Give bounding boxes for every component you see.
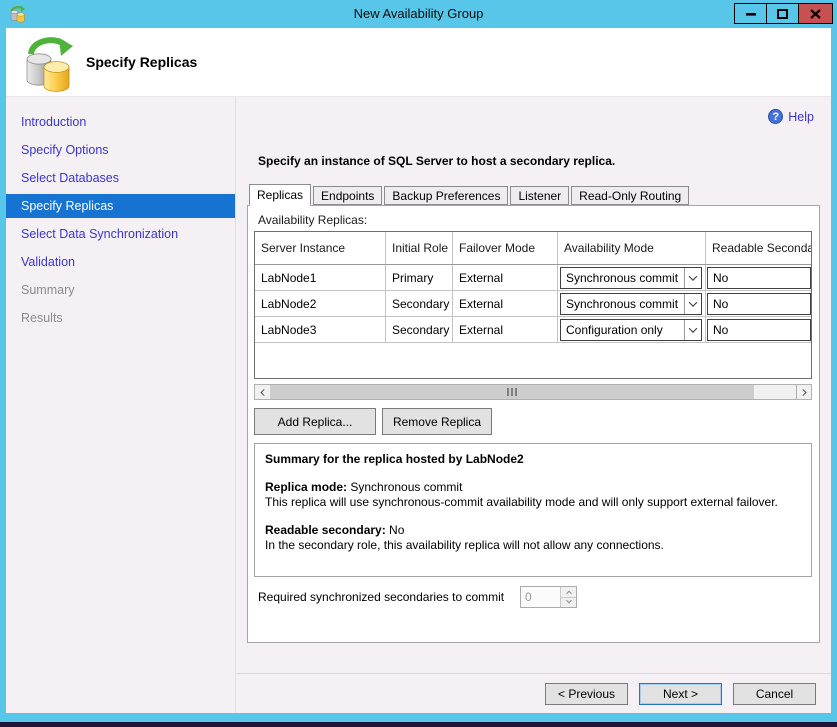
cell-initial-role: Secondary — [386, 317, 453, 342]
replica-mode-label: Replica mode: — [265, 480, 347, 494]
availability-mode-value: Synchronous commit — [561, 268, 684, 288]
cell-server-instance: LabNode2 — [255, 291, 386, 316]
help-question-icon: ? — [768, 109, 783, 124]
readable-secondary-line: Readable secondary: No — [265, 523, 801, 538]
minimize-button[interactable] — [734, 3, 767, 24]
main-content: ? Help Specify an instance of SQL Server… — [237, 97, 831, 713]
chevron-left-icon[interactable] — [255, 385, 270, 399]
new-availability-group-window: New Availability Group — [0, 0, 837, 727]
previous-button[interactable]: < Previous — [545, 683, 628, 705]
required-secondaries-label: Required synchronized secondaries to com… — [258, 590, 504, 604]
cell-failover-mode: External — [453, 317, 558, 342]
window-bottom-edge — [0, 722, 837, 727]
spinner-down-icon — [561, 598, 576, 608]
spinner-value: 0 — [521, 587, 560, 607]
add-replica-button[interactable]: Add Replica... — [254, 408, 376, 435]
horizontal-scrollbar[interactable] — [254, 384, 812, 400]
readable-secondary-value: No — [713, 323, 728, 337]
database-sync-icon — [20, 33, 74, 98]
window-title: New Availability Group — [0, 0, 837, 28]
cell-initial-role: Secondary — [386, 291, 453, 316]
table-row[interactable]: LabNode1 Primary External Synchronous co… — [255, 265, 811, 291]
help-link[interactable]: ? Help — [768, 109, 814, 124]
column-header-availability-mode: Availability Mode — [558, 232, 706, 264]
sidebar-item-results: Results — [6, 304, 235, 332]
availability-mode-dropdown[interactable]: Configuration only — [560, 319, 702, 341]
chevron-down-icon[interactable] — [684, 294, 701, 314]
next-button[interactable]: Next > — [639, 683, 722, 705]
sidebar-item-introduction[interactable]: Introduction — [6, 108, 235, 136]
column-header-readable-secondary: Readable Secondary — [706, 232, 811, 264]
replica-mode-value: Synchronous commit — [347, 480, 462, 494]
grid-header-row: Server Instance Initial Role Failover Mo… — [255, 232, 811, 265]
readable-secondary-value: No — [713, 297, 728, 311]
tab-read-only-routing[interactable]: Read-Only Routing — [571, 186, 689, 205]
replica-summary-box: Summary for the replica hosted by LabNod… — [254, 443, 812, 577]
sidebar-item-summary: Summary — [6, 276, 235, 304]
required-secondaries-spinner: 0 — [520, 586, 577, 608]
availability-mode-dropdown[interactable]: Synchronous commit — [560, 267, 702, 289]
summary-title: Summary for the replica hosted by LabNod… — [265, 452, 801, 467]
readable-secondary-summary-value: No — [386, 523, 405, 537]
column-header-server-instance: Server Instance — [255, 232, 386, 264]
chevron-down-icon[interactable] — [684, 268, 701, 288]
table-row[interactable]: LabNode3 Secondary External Configuratio… — [255, 317, 811, 343]
cell-server-instance: LabNode1 — [255, 265, 386, 290]
spinner-arrows — [560, 587, 576, 607]
readable-secondary-dropdown[interactable]: No — [707, 267, 811, 289]
table-row[interactable]: LabNode2 Secondary External Synchronous … — [255, 291, 811, 317]
cell-server-instance: LabNode3 — [255, 317, 386, 342]
column-header-initial-role: Initial Role — [386, 232, 453, 264]
wizard-steps-sidebar: Introduction Specify Options Select Data… — [6, 97, 236, 713]
help-label: Help — [788, 110, 814, 124]
cell-failover-mode: External — [453, 291, 558, 316]
spinner-up-icon — [561, 587, 576, 598]
column-header-failover-mode: Failover Mode — [453, 232, 558, 264]
readable-secondary-description: In the secondary role, this availability… — [265, 538, 801, 553]
titlebar[interactable]: New Availability Group — [0, 0, 837, 28]
availability-replicas-label: Availability Replicas: — [258, 213, 367, 227]
readable-secondary-dropdown[interactable]: No — [707, 293, 811, 315]
window-body: Specify Replicas Introduction Specify Op… — [6, 28, 831, 713]
sidebar-item-specify-options[interactable]: Specify Options — [6, 136, 235, 164]
availability-replicas-grid: Server Instance Initial Role Failover Mo… — [254, 231, 812, 379]
chevron-down-icon[interactable] — [684, 320, 701, 340]
footer-divider — [237, 673, 831, 674]
readable-secondary-dropdown[interactable]: No — [707, 319, 811, 341]
replica-mode-description: This replica will use synchronous-commit… — [265, 495, 801, 510]
replicas-tab-panel: Availability Replicas: Server Instance I… — [247, 205, 820, 643]
maximize-button[interactable] — [766, 3, 799, 24]
readable-secondary-value: No — [713, 271, 728, 285]
sidebar-item-select-databases[interactable]: Select Databases — [6, 164, 235, 192]
sidebar-item-select-data-synchronization[interactable]: Select Data Synchronization — [6, 220, 235, 248]
readable-secondary-label: Readable secondary: — [265, 523, 386, 537]
cell-failover-mode: External — [453, 265, 558, 290]
tab-replicas[interactable]: Replicas — [249, 184, 311, 206]
sidebar-item-validation[interactable]: Validation — [6, 248, 235, 276]
replica-mode-line: Replica mode: Synchronous commit — [265, 480, 801, 495]
cancel-button[interactable]: Cancel — [733, 683, 816, 705]
availability-mode-value: Configuration only — [561, 320, 684, 340]
close-button[interactable] — [798, 3, 833, 24]
wizard-header: Specify Replicas — [6, 28, 831, 97]
tab-listener[interactable]: Listener — [510, 186, 569, 205]
remove-replica-button[interactable]: Remove Replica — [382, 408, 492, 435]
availability-mode-dropdown[interactable]: Synchronous commit — [560, 293, 702, 315]
tab-endpoints[interactable]: Endpoints — [313, 186, 382, 205]
availability-mode-value: Synchronous commit — [561, 294, 684, 314]
scrollbar-thumb[interactable] — [270, 385, 754, 399]
tab-backup-preferences[interactable]: Backup Preferences — [384, 186, 508, 205]
instruction-text: Specify an instance of SQL Server to hos… — [258, 154, 615, 168]
chevron-right-icon[interactable] — [796, 385, 811, 399]
tab-strip: Replicas Endpoints Backup Preferences Li… — [249, 183, 691, 205]
sidebar-item-specify-replicas[interactable]: Specify Replicas — [6, 194, 235, 218]
page-title: Specify Replicas — [86, 54, 197, 70]
cell-initial-role: Primary — [386, 265, 453, 290]
